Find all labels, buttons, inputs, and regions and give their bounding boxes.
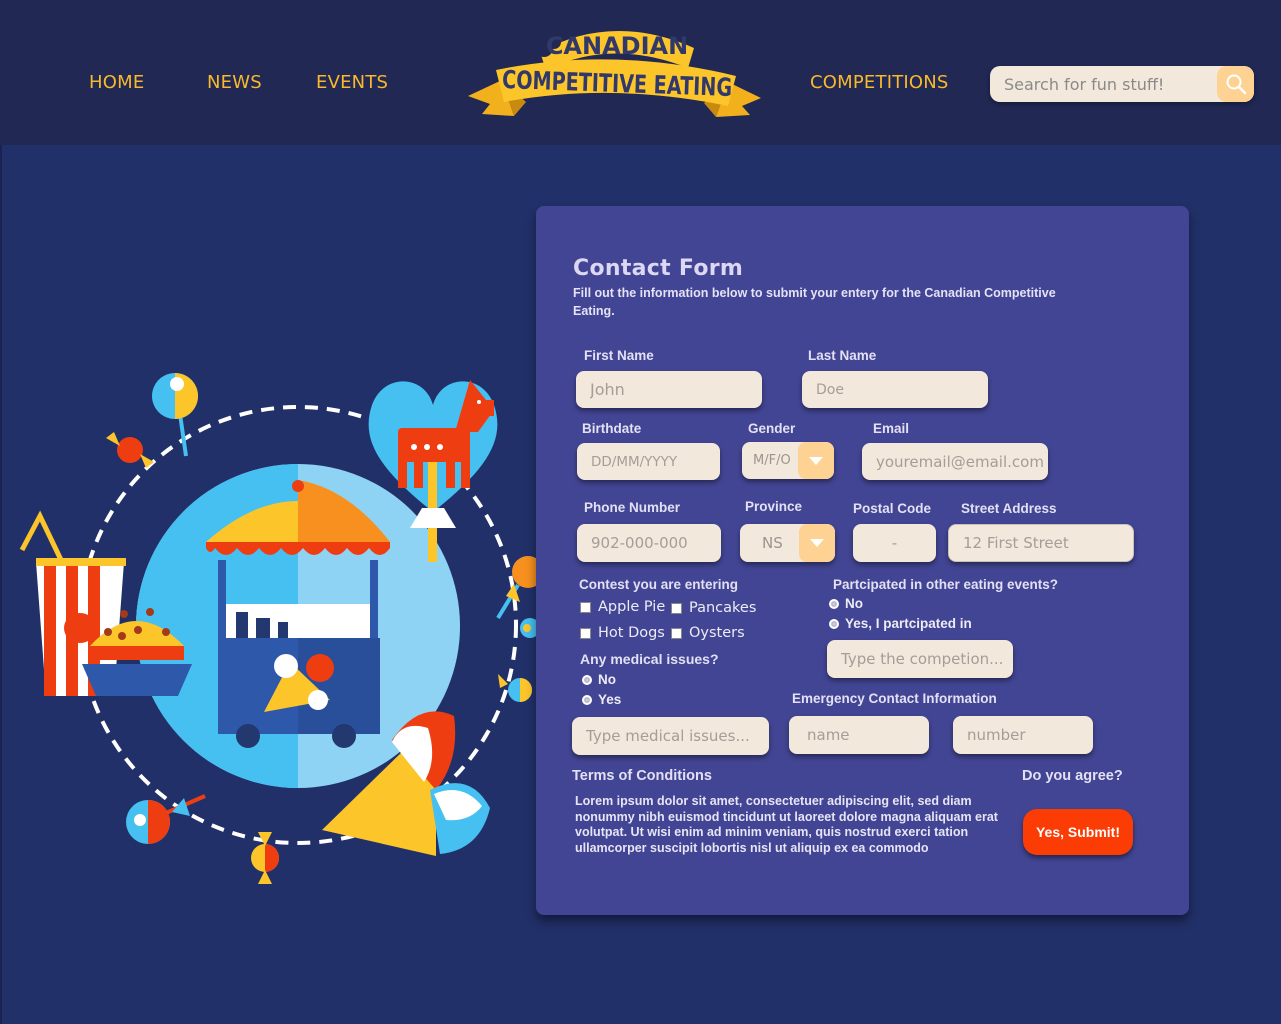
search-button[interactable] — [1217, 66, 1254, 102]
logo-line1: CANADIAN — [546, 32, 688, 60]
contest-option-oysters[interactable]: Oysters — [671, 625, 745, 641]
site-logo[interactable]: CANADIAN COMPETITIVE EATING — [462, 18, 767, 122]
postal-code-label: Postal Code — [853, 501, 932, 516]
terms-text: Lorem ipsum dolor sit amet, consectetuer… — [575, 794, 998, 855]
participated-option-yes[interactable]: Yes, I partcipated in — [829, 616, 972, 631]
first-name-field[interactable] — [576, 371, 762, 408]
emergency-contact-label: Emergency Contact Information — [792, 691, 997, 706]
birthdate-field[interactable] — [577, 443, 720, 480]
gender-value: M/F/O — [753, 453, 791, 468]
option-label: No — [845, 596, 863, 611]
province-select[interactable]: NS — [740, 524, 835, 562]
medical-label: Any medical issues? — [580, 651, 719, 667]
contact-form-card: Contact Form Fill out the information be… — [536, 206, 1189, 915]
option-label: Apple Pie — [598, 599, 666, 615]
medical-option-yes[interactable]: Yes — [582, 692, 621, 707]
postal-code-field[interactable] — [853, 524, 936, 562]
nav-home[interactable]: HOME — [89, 72, 144, 93]
option-label: Oysters — [689, 625, 745, 641]
checkbox[interactable] — [671, 602, 682, 614]
checkbox[interactable] — [580, 627, 591, 639]
medical-option-no[interactable]: No — [582, 672, 616, 687]
radio-button[interactable] — [829, 618, 839, 629]
option-label: Yes, I partcipated in — [845, 616, 972, 631]
checkbox[interactable] — [580, 601, 591, 613]
gender-dropdown-arrow[interactable] — [798, 442, 834, 479]
participated-label: Partcipated in other eating events? — [833, 577, 1059, 592]
phone-label: Phone Number — [584, 500, 681, 515]
last-name-field[interactable] — [802, 371, 988, 408]
search-bar — [990, 66, 1254, 102]
option-label: Pancakes — [689, 600, 757, 616]
search-input[interactable] — [1004, 66, 1209, 102]
contest-option-hot-dogs[interactable]: Hot Dogs — [580, 625, 665, 641]
radio-button[interactable] — [582, 674, 592, 685]
emergency-name-field[interactable] — [789, 716, 929, 754]
email-label: Email — [873, 421, 910, 436]
site-header: HOME NEWS EVENTS COMPETITIONS CANADIAN C… — [0, 0, 1281, 145]
contest-option-pancakes[interactable]: Pancakes — [671, 600, 756, 616]
terms-label: Terms of Conditions — [572, 768, 712, 784]
nav-events[interactable]: EVENTS — [316, 72, 388, 93]
gender-select[interactable]: M/F/O — [742, 442, 834, 479]
search-icon — [1226, 74, 1246, 95]
nav-news[interactable]: NEWS — [207, 72, 262, 93]
street-address-label: Street Address — [961, 501, 1057, 516]
competition-name-field[interactable] — [827, 640, 1013, 678]
option-label: Yes — [598, 692, 622, 707]
radio-button[interactable] — [829, 598, 839, 609]
submit-button[interactable]: Yes, Submit! — [1023, 809, 1133, 855]
food-cart-illustration — [0, 360, 545, 900]
email-field[interactable] — [862, 443, 1048, 480]
street-address-field[interactable] — [948, 524, 1134, 562]
checkbox[interactable] — [671, 627, 682, 639]
radio-button[interactable] — [582, 694, 592, 705]
last-name-label: Last Name — [808, 348, 877, 363]
emergency-number-field[interactable] — [953, 716, 1093, 754]
medical-issues-field[interactable] — [572, 717, 769, 755]
chevron-down-icon — [810, 539, 824, 547]
form-title: Contact Form — [573, 256, 744, 281]
province-label: Province — [745, 499, 803, 514]
participated-option-no[interactable]: No — [829, 596, 863, 611]
option-label: Hot Dogs — [598, 625, 665, 641]
contest-label: Contest you are entering — [579, 577, 739, 592]
gender-label: Gender — [748, 421, 796, 436]
option-label: No — [598, 672, 616, 687]
province-dropdown-arrow[interactable] — [799, 524, 835, 562]
form-subtitle: Fill out the information below to submit… — [573, 286, 1056, 318]
phone-field[interactable] — [577, 524, 721, 562]
province-value: NS — [762, 534, 783, 552]
contest-option-apple-pie[interactable]: Apple Pie — [580, 599, 665, 615]
agree-label: Do you agree? — [1022, 768, 1123, 784]
birthdate-label: Birthdate — [582, 421, 642, 436]
chevron-down-icon — [809, 456, 823, 465]
nav-competitions[interactable]: COMPETITIONS — [810, 72, 949, 93]
first-name-label: First Name — [584, 348, 654, 363]
